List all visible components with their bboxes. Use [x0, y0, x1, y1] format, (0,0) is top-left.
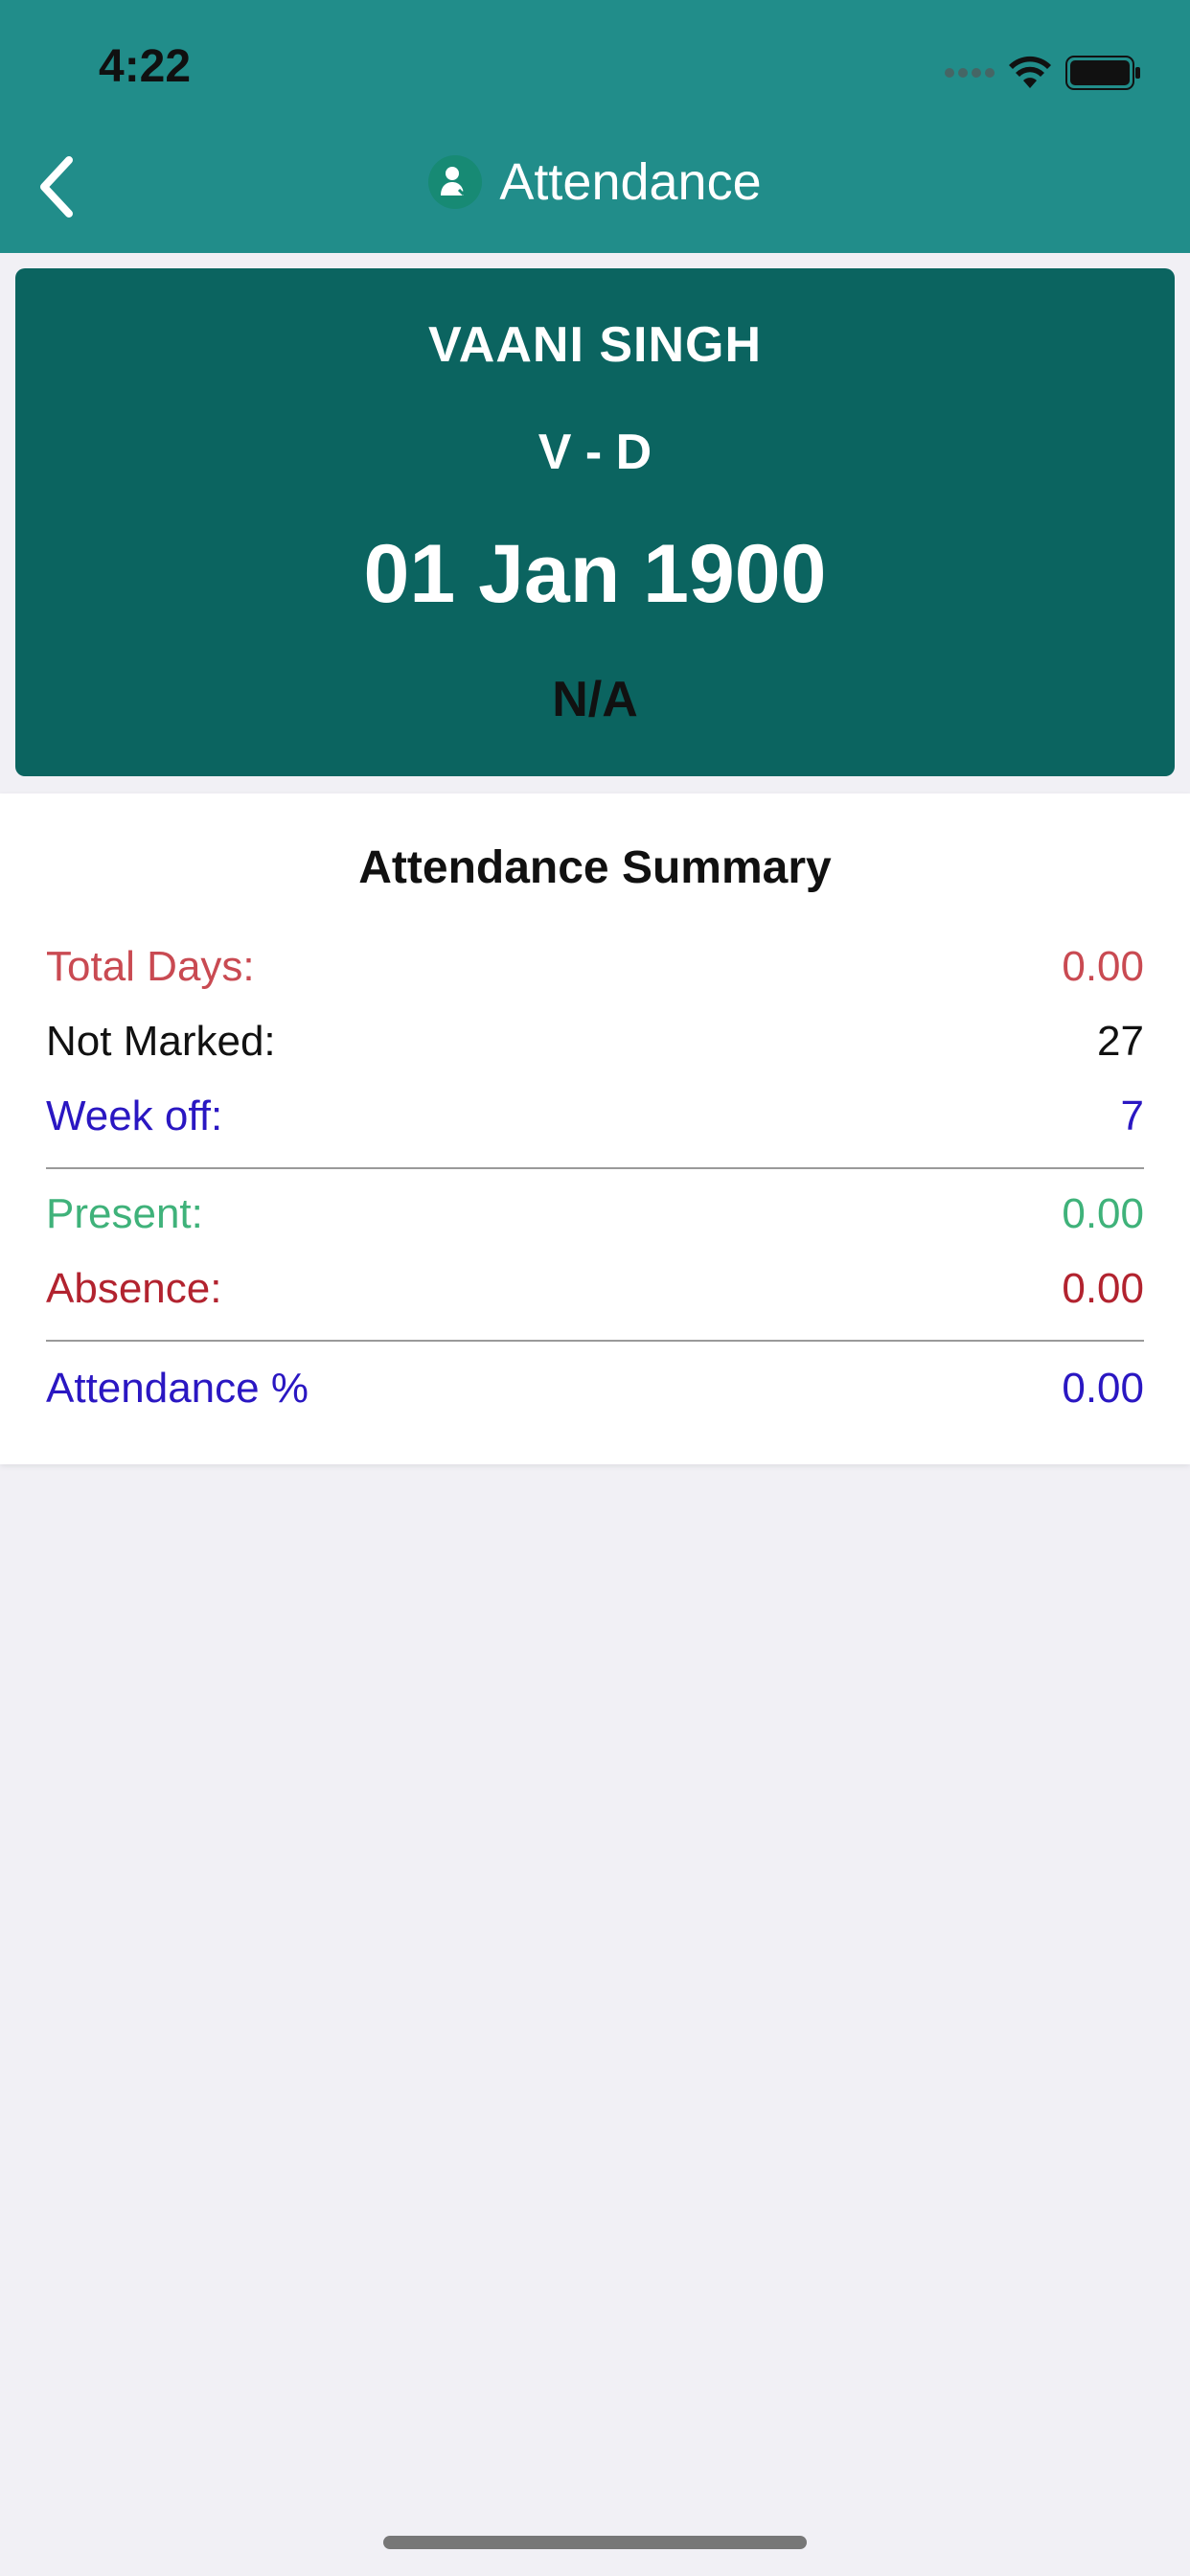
student-name: VAANI SINGH [427, 317, 763, 373]
present-value: 0.00 [1062, 1190, 1144, 1237]
signal-icon [945, 68, 995, 78]
battery-icon [1065, 56, 1140, 90]
page-title: Attendance [499, 153, 762, 211]
wifi-icon [1009, 56, 1051, 88]
header-title-group: Attendance [0, 144, 1190, 220]
absence-label: Absence: [46, 1265, 222, 1312]
attendance-date: 01 Jan 1900 [363, 528, 827, 620]
attendance-summary-card: Attendance Summary Total Days: 0.00 Not … [0, 794, 1190, 1464]
total-days-value: 0.00 [1062, 943, 1144, 990]
student-profile-card: VAANI SINGH V - D 01 Jan 1900 N/A [15, 268, 1175, 776]
student-class-section: V - D [538, 425, 652, 480]
total-days-label: Total Days: [46, 943, 255, 990]
home-indicator[interactable] [383, 2536, 807, 2549]
week-off-value: 7 [1120, 1092, 1144, 1139]
row-absence: Absence: 0.00 [46, 1265, 1144, 1313]
header-bar: 4:22 Attendance [0, 0, 1190, 253]
absence-value: 0.00 [1062, 1265, 1144, 1312]
present-label: Present: [46, 1190, 203, 1237]
attendance-status: N/A [552, 672, 638, 727]
row-attendance-percent: Attendance % 0.00 [46, 1365, 1144, 1413]
summary-title: Attendance Summary [358, 842, 832, 893]
not-marked-value: 27 [1097, 1018, 1144, 1065]
divider-2 [46, 1340, 1144, 1342]
attendance-percent-value: 0.00 [1062, 1365, 1144, 1412]
week-off-label: Week off: [46, 1092, 223, 1139]
divider-1 [46, 1167, 1144, 1169]
attendance-percent-label: Attendance % [46, 1365, 309, 1412]
row-present: Present: 0.00 [46, 1190, 1144, 1238]
row-week-off: Week off: 7 [46, 1092, 1144, 1140]
row-total-days: Total Days: 0.00 [46, 943, 1144, 991]
student-attendance-icon [428, 155, 483, 209]
status-time: 4:22 [99, 41, 192, 92]
row-not-marked: Not Marked: 27 [46, 1018, 1144, 1066]
not-marked-label: Not Marked: [46, 1018, 276, 1065]
status-icons [945, 54, 1142, 92]
